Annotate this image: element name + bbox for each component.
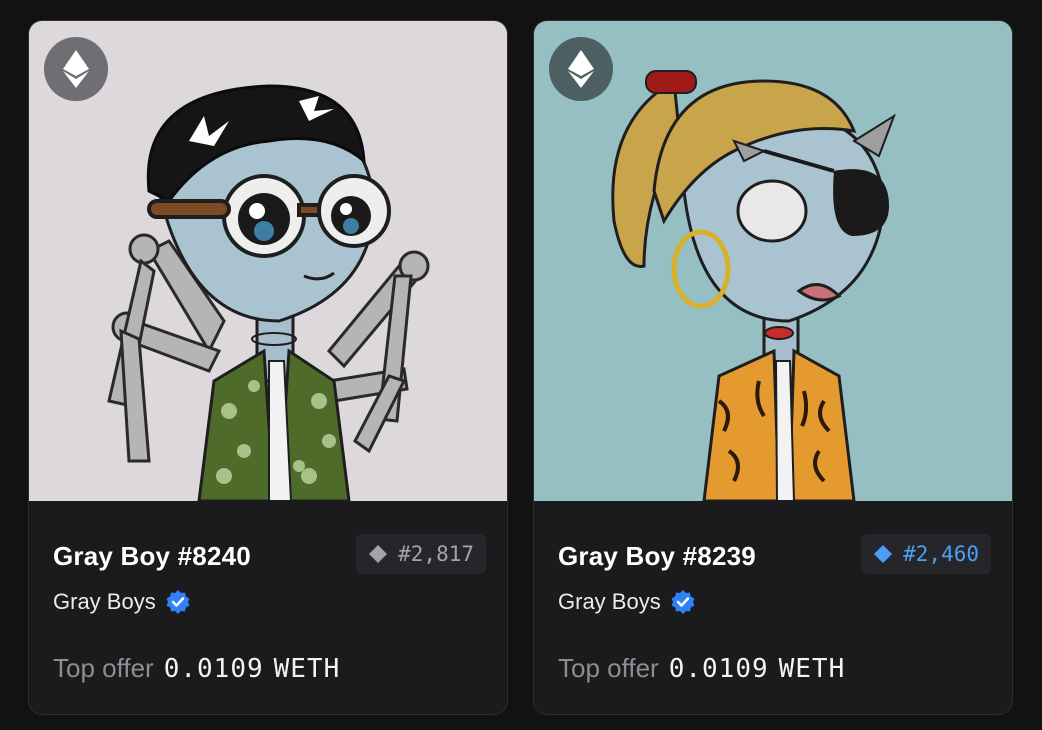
rarity-rank-badge[interactable]: #2,460 xyxy=(861,534,991,574)
card-info: Gray Boy #8239 #2,460 Gray Boys Top offe… xyxy=(534,501,1012,714)
collection-name: Gray Boys xyxy=(558,589,661,614)
nft-image[interactable] xyxy=(29,21,507,501)
collection-link[interactable]: Gray Boys xyxy=(53,589,190,615)
gray-boy-8239-artwork xyxy=(534,21,1012,501)
top-offer-currency: WETH xyxy=(778,654,846,684)
nft-title[interactable]: Gray Boy #8240 xyxy=(53,541,251,572)
top-offer-value: 0.0109 xyxy=(668,654,769,684)
rarity-rank-value: #2,460 xyxy=(903,542,979,566)
top-offer: Top offer 0.0109 WETH xyxy=(558,653,845,684)
nft-card[interactable]: Gray Boy #8239 #2,460 Gray Boys Top offe… xyxy=(533,20,1013,715)
top-offer: Top offer 0.0109 WETH xyxy=(53,653,340,684)
ethereum-chain-badge xyxy=(44,37,108,101)
ethereum-icon xyxy=(63,50,89,88)
diamond-icon xyxy=(874,545,893,563)
collection-link[interactable]: Gray Boys xyxy=(558,589,695,615)
nft-card[interactable]: Gray Boy #8240 #2,817 Gray Boys Top offe… xyxy=(28,20,508,715)
rarity-rank-badge[interactable]: #2,817 xyxy=(356,534,486,574)
ethereum-chain-badge xyxy=(549,37,613,101)
top-offer-value: 0.0109 xyxy=(163,654,264,684)
top-offer-label: Top offer xyxy=(53,653,154,683)
verified-badge-icon xyxy=(671,590,695,614)
collection-name: Gray Boys xyxy=(53,589,156,614)
diamond-icon xyxy=(369,545,388,563)
card-info: Gray Boy #8240 #2,817 Gray Boys Top offe… xyxy=(29,501,507,714)
rarity-rank-value: #2,817 xyxy=(398,542,474,566)
top-offer-label: Top offer xyxy=(558,653,659,683)
gray-boy-8240-artwork xyxy=(29,21,507,501)
verified-badge-icon xyxy=(166,590,190,614)
nft-image[interactable] xyxy=(534,21,1012,501)
ethereum-icon xyxy=(568,50,594,88)
top-offer-currency: WETH xyxy=(273,654,341,684)
nft-title[interactable]: Gray Boy #8239 xyxy=(558,541,756,572)
